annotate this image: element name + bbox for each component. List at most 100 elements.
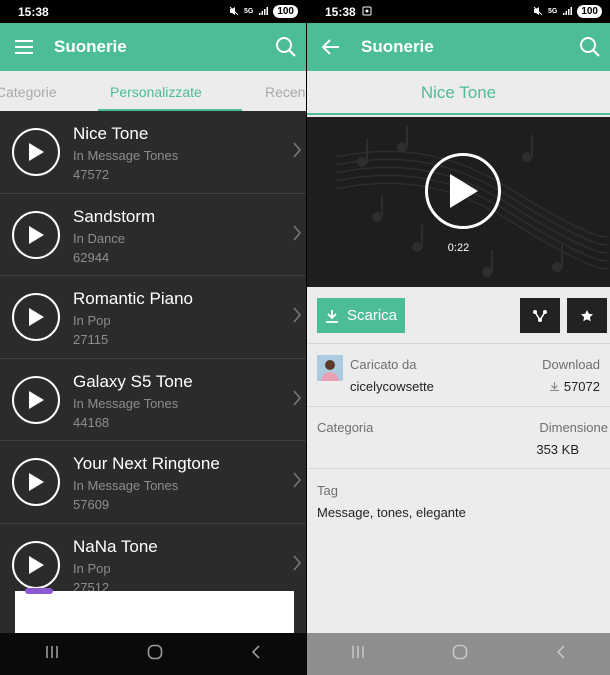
app-bar: Suonerie [0,23,306,71]
uploader-section: Caricato da cicelycowsette Download 5707… [307,345,610,407]
arrow-left-icon [322,39,339,55]
play-button[interactable] [12,210,60,259]
ringtone-title: Your Next Ringtone [73,454,220,473]
app-bar: Suonerie [307,23,610,71]
user-icon [317,355,343,381]
system-nav-bar [0,633,306,675]
tab-personalizzate[interactable]: Personalizzate [110,71,202,111]
tag-label: Tag [317,483,338,498]
ringtone-list-screen: 15:38 5G 100 Suonerie Categorie Personal… [0,0,306,675]
ringtone-row[interactable]: NaNa Tone In Pop 27512 [0,524,306,592]
share-icon [533,309,547,322]
search-icon [580,37,600,57]
status-bar: 15:38 5G 100 [0,0,306,23]
network-icon: 5G [243,8,254,15]
uploader-name[interactable]: cicelycowsette [350,379,434,394]
ringtone-count: 27115 [73,332,109,347]
search-button[interactable] [570,23,610,71]
play-button[interactable] [12,293,60,341]
signal-icon [258,6,269,18]
ringtone-category: In Message Tones [73,148,179,163]
status-time: 15:38 [325,4,356,19]
search-icon [276,37,296,57]
app-title: Suonerie [361,37,434,56]
back-icon [252,644,260,659]
screenshot-icon [362,5,372,19]
downloads-count: 57072 [549,379,600,394]
download-icon [326,309,338,323]
tab-recent[interactable]: Recent [265,71,306,111]
download-small-icon [549,382,559,391]
ringtone-category: In Message Tones [73,478,179,493]
size-value: 353 KB [536,442,579,457]
tag-value: Message, tones, elegante [317,505,466,520]
play-icon [29,143,44,161]
status-time: 15:38 [18,4,49,19]
mute-icon [533,6,543,18]
home-button[interactable] [452,644,468,665]
tone-name-header: Nice Tone [307,71,610,115]
ad-logo [25,588,53,594]
avatar[interactable] [317,355,343,381]
home-icon [147,644,163,659]
ringtone-count: 27512 [73,579,110,592]
share-button[interactable] [520,298,560,333]
mute-icon [229,6,239,18]
recents-icon [45,645,58,658]
ringtone-count: 44168 [73,414,110,430]
ringtone-title: NaNa Tone [73,536,158,556]
category-section: Categoria Dimensione 353 KB [307,407,610,469]
tab-bar: Categorie Personalizzate Recent [0,71,306,111]
favorite-button[interactable] [567,298,607,333]
ad-banner[interactable] [15,588,294,633]
download-button[interactable]: Scarica [317,298,405,333]
ringtone-title: Sandstorm [73,206,156,226]
size-label: Dimensione [539,420,608,435]
action-bar: Scarica [307,288,610,344]
battery-indicator: 100 [577,5,602,18]
status-bar: 15:38 5G 100 [307,0,610,23]
system-nav-bar [307,633,610,675]
downloads-value: 57072 [563,379,600,394]
player-area: 0:22 [307,117,610,287]
back-button[interactable] [250,644,262,665]
download-label: Scarica [347,307,398,324]
tab-categorie[interactable]: Categorie [0,71,57,111]
play-button[interactable] [12,458,60,506]
ringtone-row[interactable]: Galaxy S5 Tone In Message Tones 44168 [0,359,306,441]
home-button[interactable] [147,644,163,665]
recents-button[interactable] [44,645,60,664]
search-button[interactable] [266,23,306,71]
chevron-right-icon [293,472,302,488]
category-label: Categoria [317,420,374,435]
play-button[interactable] [12,375,60,424]
play-icon [450,174,478,208]
tag-section: Tag Message, tones, elegante [307,469,610,633]
recents-button[interactable] [350,645,366,664]
ringtone-detail-screen: 15:38 5G 100 Suonerie Nice Tone 0:22 Sca… [307,0,610,675]
back-nav-button[interactable] [307,23,355,71]
ringtone-category: In Message Tones [73,395,179,411]
ringtone-title: Romantic Piano [73,289,194,308]
signal-icon [562,6,573,18]
ringtone-row[interactable]: Nice Tone In Message Tones 47572 [0,111,306,194]
ringtone-count: 62944 [73,249,110,265]
ringtone-row[interactable]: Sandstorm In Dance 62944 [0,194,306,276]
play-icon [29,225,44,244]
play-icon [29,390,44,409]
uploaded-by-label: Caricato da [350,357,417,372]
ringtone-title: Nice Tone [73,124,149,143]
play-button[interactable] [12,128,60,176]
back-button[interactable] [555,644,567,665]
ringtone-row[interactable]: Your Next Ringtone In Message Tones 5760… [0,441,306,524]
menu-button[interactable] [0,23,48,71]
play-button[interactable] [425,153,501,229]
hamburger-icon [15,40,33,54]
ringtone-row[interactable]: Romantic Piano In Pop 27115 [0,276,306,359]
chevron-right-icon [293,224,302,241]
chevron-right-icon [293,307,302,323]
downloads-label: Download [542,357,600,372]
network-icon: 5G [547,8,558,15]
play-icon [29,555,44,574]
play-button[interactable] [12,540,60,589]
